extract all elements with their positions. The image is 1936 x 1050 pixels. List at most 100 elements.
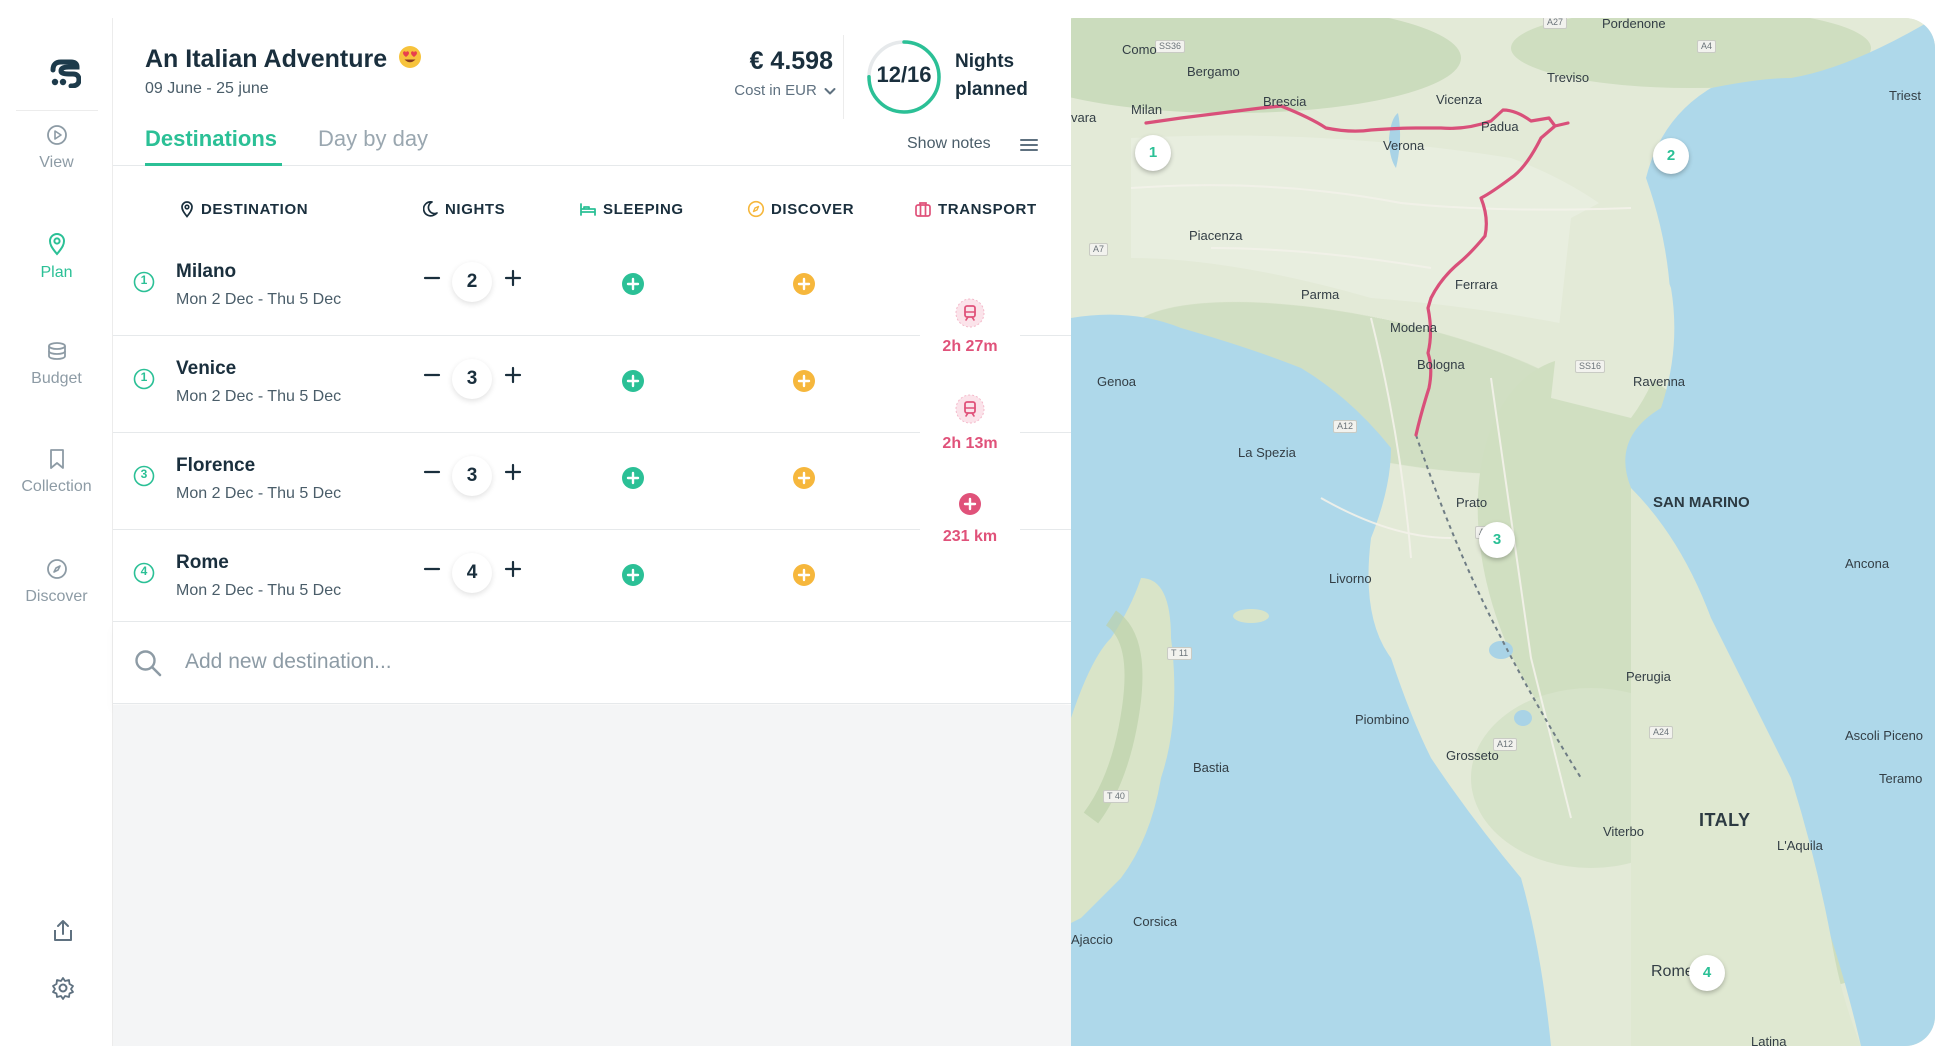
destination-name[interactable]: Venice xyxy=(176,358,236,380)
destination-number: 4 xyxy=(140,564,148,578)
map-marker-destination[interactable]: 1 xyxy=(1135,135,1171,171)
map-country-label: ITALY xyxy=(1699,810,1751,830)
destination-name[interactable]: Florence xyxy=(176,455,255,477)
destination-dates: Mon 2 Dec - Thu 5 Dec xyxy=(176,485,342,502)
map-city-label: Treviso xyxy=(1547,70,1590,85)
destination-number: 1 xyxy=(140,370,148,384)
map-region-label: SAN MARINO xyxy=(1653,494,1750,511)
map-city-label: Bastia xyxy=(1193,760,1230,775)
show-notes-button[interactable]: Show notes xyxy=(907,135,991,153)
row-divider xyxy=(1020,432,1071,433)
decrease-nights-button[interactable] xyxy=(421,461,443,483)
map-marker-destination[interactable]: 2 xyxy=(1653,138,1689,174)
map-city-label: Modena xyxy=(1390,320,1437,335)
share-icon[interactable] xyxy=(50,918,76,944)
train-icon[interactable] xyxy=(955,298,985,328)
road-badge: A24 xyxy=(1649,726,1674,739)
destination-name[interactable]: Milano xyxy=(176,261,236,283)
decrease-nights-button[interactable] xyxy=(421,267,443,289)
gear-icon[interactable] xyxy=(50,975,76,1001)
add-sleeping-button[interactable] xyxy=(621,369,645,393)
map-city-label: Padua xyxy=(1481,119,1519,134)
tab-destinations[interactable]: Destinations xyxy=(145,126,277,152)
map-marker-destination[interactable]: 4 xyxy=(1689,955,1725,991)
decrease-nights-button[interactable] xyxy=(421,558,443,580)
nights-value: 4 xyxy=(452,553,492,593)
map-view[interactable]: A27 A4 SS36 A7 A12 SS16 A1 A24 A12 T 11 … xyxy=(1071,18,1935,1046)
add-destination-input[interactable] xyxy=(185,644,785,680)
column-header-label: TRANSPORT xyxy=(938,201,1037,218)
app-logo-icon[interactable] xyxy=(47,58,81,88)
map-city-label: Viterbo xyxy=(1603,824,1644,839)
road-badge: SS16 xyxy=(1575,360,1606,373)
add-discover-button[interactable] xyxy=(792,369,816,393)
map-city-label: Teramo xyxy=(1879,771,1923,786)
column-header-label: DESTINATION xyxy=(201,201,309,218)
map-pin-icon xyxy=(48,233,65,256)
heart-eyes-emoji-icon xyxy=(399,46,422,68)
menu-icon[interactable] xyxy=(1019,137,1039,153)
map-city-label: Corsica xyxy=(1133,914,1178,929)
map-city-label: Ajaccio xyxy=(1071,932,1113,947)
add-sleeping-button[interactable] xyxy=(621,563,645,587)
play-circle-icon xyxy=(46,125,67,145)
trip-title[interactable]: An Italian Adventure xyxy=(145,45,422,76)
transport-distance: 231 km xyxy=(942,528,998,545)
add-discover-button[interactable] xyxy=(792,563,816,587)
destination-name[interactable]: Rome xyxy=(176,552,229,574)
app-window: View Plan Budget Collection Discover An … xyxy=(0,0,1936,1050)
trip-cost: € 4.598 xyxy=(749,47,833,75)
column-header-transport: TRANSPORT xyxy=(914,200,1037,218)
tab-day-by-day[interactable]: Day by day xyxy=(318,126,428,152)
map-city-label: Verona xyxy=(1383,138,1425,153)
nights-value: 3 xyxy=(452,359,492,399)
add-sleeping-button[interactable] xyxy=(621,272,645,296)
increase-nights-button[interactable] xyxy=(502,558,524,580)
header-divider xyxy=(843,35,844,119)
chevron-down-icon xyxy=(824,88,836,95)
compass-icon xyxy=(46,559,67,579)
map-city-label: Ascoli Piceno xyxy=(1845,728,1924,743)
row-divider xyxy=(1020,335,1071,336)
nights-value: 2 xyxy=(452,262,492,302)
sidebar-item-view[interactable]: View xyxy=(0,124,113,172)
sidebar-item-discover[interactable]: Discover xyxy=(0,558,113,606)
currency-select[interactable]: Cost in EUR xyxy=(734,82,836,99)
map-city-label: Grosseto xyxy=(1446,748,1499,763)
train-icon[interactable] xyxy=(955,394,985,424)
add-destination-bar xyxy=(113,622,1071,704)
increase-nights-button[interactable] xyxy=(502,461,524,483)
destination-dates: Mon 2 Dec - Thu 5 Dec xyxy=(176,388,342,405)
map-city-label: Ferrara xyxy=(1455,277,1498,292)
column-header-sleeping: SLEEPING xyxy=(579,200,684,218)
coins-icon xyxy=(47,342,66,360)
increase-nights-button[interactable] xyxy=(502,364,524,386)
increase-nights-button[interactable] xyxy=(502,267,524,289)
map-city-label: Livorno xyxy=(1329,571,1372,586)
map-city-label: Genoa xyxy=(1097,374,1137,389)
sidebar-item-collection[interactable]: Collection xyxy=(0,448,113,496)
trip-dates: 09 June - 25 june xyxy=(145,80,269,97)
add-discover-button[interactable] xyxy=(792,272,816,296)
destination-dates: Mon 2 Dec - Thu 5 Dec xyxy=(176,582,342,599)
road-badge: T 11 xyxy=(1167,647,1193,660)
sidebar-item-budget[interactable]: Budget xyxy=(0,340,113,388)
decrease-nights-button[interactable] xyxy=(421,364,443,386)
sidebar-item-plan[interactable]: Plan xyxy=(0,232,113,282)
column-header-discover: DISCOVER xyxy=(747,200,854,218)
map-city-label: Milan xyxy=(1131,102,1163,117)
sidebar-item-label: View xyxy=(39,154,74,171)
map-city-label: Vicenza xyxy=(1436,92,1483,107)
search-icon xyxy=(135,650,162,677)
map-city-label: La Spezia xyxy=(1238,445,1296,460)
currency-select-label: Cost in EUR xyxy=(734,82,817,99)
add-transport-button[interactable] xyxy=(958,492,982,516)
column-header-nights: NIGHTS xyxy=(422,200,505,218)
map-marker-destination[interactable]: 3 xyxy=(1479,522,1515,558)
add-sleeping-button[interactable] xyxy=(621,466,645,490)
add-discover-button[interactable] xyxy=(792,466,816,490)
destination-number: 1 xyxy=(140,273,148,287)
sidebar: View Plan Budget Collection Discover xyxy=(0,18,113,1046)
sidebar-divider xyxy=(16,110,98,111)
map-city-label: Como xyxy=(1122,42,1157,57)
